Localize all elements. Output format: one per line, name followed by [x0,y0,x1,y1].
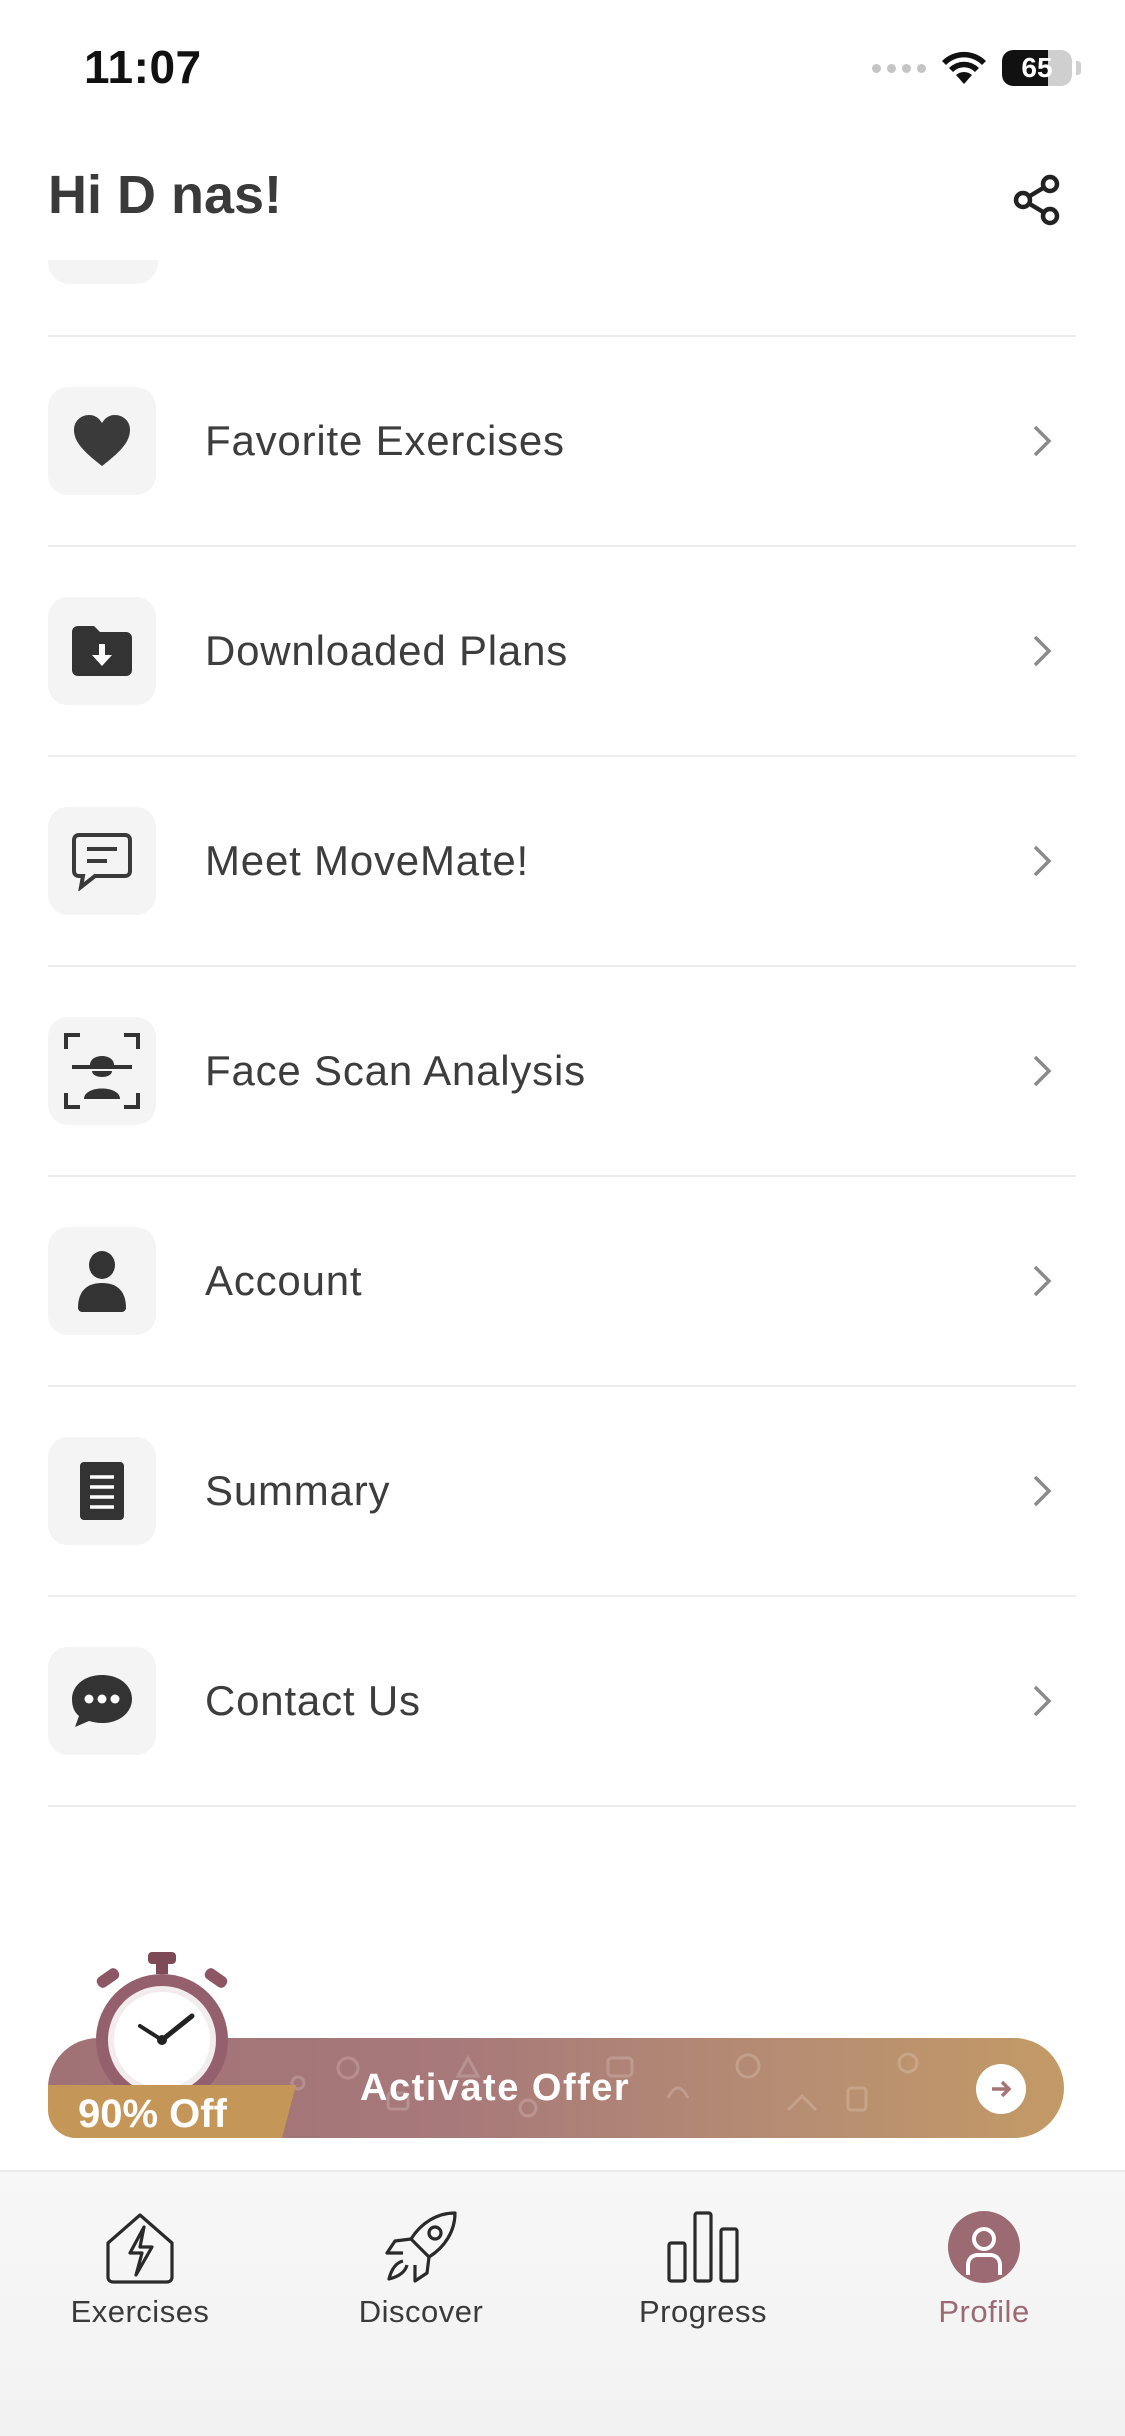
tab-label: Profile [938,2294,1030,2329]
tab-label: Exercises [70,2294,210,2329]
arrow-right-icon [976,2064,1026,2114]
tab-label: Progress [638,2294,768,2329]
bottom-tab-bar: Exercises Discover Progress Profile [0,2170,1125,2436]
menu-item-label: Contact Us [205,1677,421,1724]
chat-bubble-icon [48,807,156,915]
battery-percent: 65 [1021,52,1053,83]
offer-banner[interactable]: Activate Offer 90% Off [48,1950,1064,2140]
person-icon [48,1227,156,1335]
menu-item-favorite-exercises[interactable]: Favorite Exercises [48,337,1076,547]
menu-item-contact-us[interactable]: Contact Us [48,1597,1076,1807]
menu-item-meet-movemate[interactable]: Meet MoveMate! [48,757,1076,967]
wifi-icon [942,51,986,84]
battery-icon: 65 [1002,50,1072,86]
menu-item-label: Face Scan Analysis [205,1047,586,1094]
cellular-signal-icon [872,63,926,73]
tab-profile[interactable]: Profile [884,2202,1084,2332]
chevron-right-icon [1022,631,1062,671]
chevron-right-icon [1022,1051,1062,1091]
tab-exercises[interactable]: Exercises [40,2202,240,2332]
discount-badge: 90% Off [48,2085,296,2138]
profile-icon [939,2202,1029,2292]
document-icon [48,1437,156,1545]
chevron-right-icon [1022,841,1062,881]
heart-icon [48,387,156,495]
menu-item-label: Meet MoveMate! [205,837,529,884]
menu-item-label: Downloaded Plans [205,627,569,674]
activate-offer-label: Activate Offer [360,2067,631,2109]
folder-download-icon [48,597,156,705]
menu-item-label: Summary [205,1467,391,1514]
status-indicators: 65 [872,48,1081,88]
tab-progress[interactable]: Progress [603,2202,803,2332]
share-button[interactable] [997,160,1077,240]
menu-item-label: Account [205,1257,363,1304]
greeting-title: Hi D nas! [48,165,283,225]
chevron-right-icon [1022,1261,1062,1301]
menu-item-account[interactable]: Account [48,1177,1076,1387]
house-bolt-icon [95,2202,185,2292]
menu-item-summary[interactable]: Summary [48,1387,1076,1597]
status-time: 11:07 [84,41,202,93]
chevron-right-icon [1022,421,1062,461]
tab-label: Discover [358,2294,484,2329]
battery-cap [1076,61,1081,75]
bar-chart-icon [658,2202,748,2292]
message-dots-icon [48,1647,156,1755]
chevron-right-icon [1022,1471,1062,1511]
rocket-icon [376,2202,466,2292]
menu-item-face-scan-analysis[interactable]: Face Scan Analysis [48,967,1076,1177]
face-scan-icon [48,1017,156,1125]
tab-discover[interactable]: Discover [321,2202,521,2332]
status-bar: 11:07 65 [0,0,1125,140]
page-header: Hi D nas! [0,140,1125,260]
menu-item-label: Favorite Exercises [205,417,565,464]
chevron-right-icon [1022,1681,1062,1721]
menu-item-downloaded-plans[interactable]: Downloaded Plans [48,547,1076,757]
share-icon [1013,174,1060,226]
discount-label: 90% Off [78,2092,227,2136]
